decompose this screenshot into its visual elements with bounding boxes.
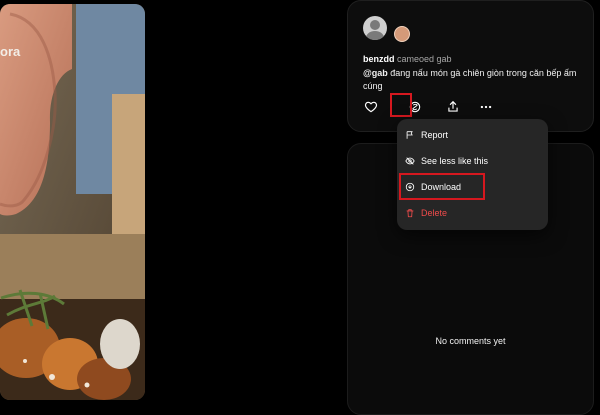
caption-mention[interactable]: @gab [363, 68, 388, 78]
share-icon [448, 100, 458, 112]
menu-download-label: Download [421, 182, 462, 192]
menu-download[interactable]: Download [405, 177, 540, 197]
user-avatar[interactable] [363, 16, 387, 40]
cameo-avatar[interactable] [394, 26, 410, 42]
menu-report-label: Report [421, 130, 449, 140]
caption-text: đang nấu món gà chiên giòn trong căn bếp… [363, 68, 577, 91]
share-button[interactable] [444, 98, 462, 116]
avatar-head-shape [370, 20, 380, 30]
more-icon [480, 105, 492, 109]
more-options-button[interactable] [477, 98, 495, 116]
menu-see-less-label: See less like this [421, 156, 489, 166]
post-caption: @gab đang nấu món gà chiên giòn trong că… [363, 67, 585, 93]
flag-icon [406, 131, 413, 139]
download-icon [405, 182, 415, 192]
remix-button[interactable] [406, 98, 424, 116]
post-card: benzdd cameoed gab @gab đang nấu món gà … [347, 0, 594, 132]
video-frame-image [0, 4, 145, 400]
menu-delete[interactable]: Delete [405, 203, 540, 223]
remix-icon [409, 101, 421, 113]
like-button[interactable] [362, 98, 380, 116]
empty-comments-text: No comments yet [435, 336, 506, 346]
post-username[interactable]: benzdd [363, 54, 395, 64]
trash-icon [406, 209, 414, 218]
avatar-body-shape [366, 31, 384, 40]
video-preview[interactable]: ora [0, 4, 145, 400]
cameo-action-text: cameoed gab [397, 54, 452, 64]
menu-see-less[interactable]: See less like this [405, 151, 540, 171]
video-overlay-text: ora [0, 44, 21, 59]
menu-report[interactable]: Report [405, 125, 540, 145]
menu-delete-label: Delete [421, 208, 448, 218]
post-options-menu: Report See less like this Download Delet… [397, 119, 548, 230]
eye-off-icon [405, 157, 415, 165]
heart-icon [364, 101, 378, 113]
post-attribution: benzdd cameoed gab [363, 54, 452, 64]
